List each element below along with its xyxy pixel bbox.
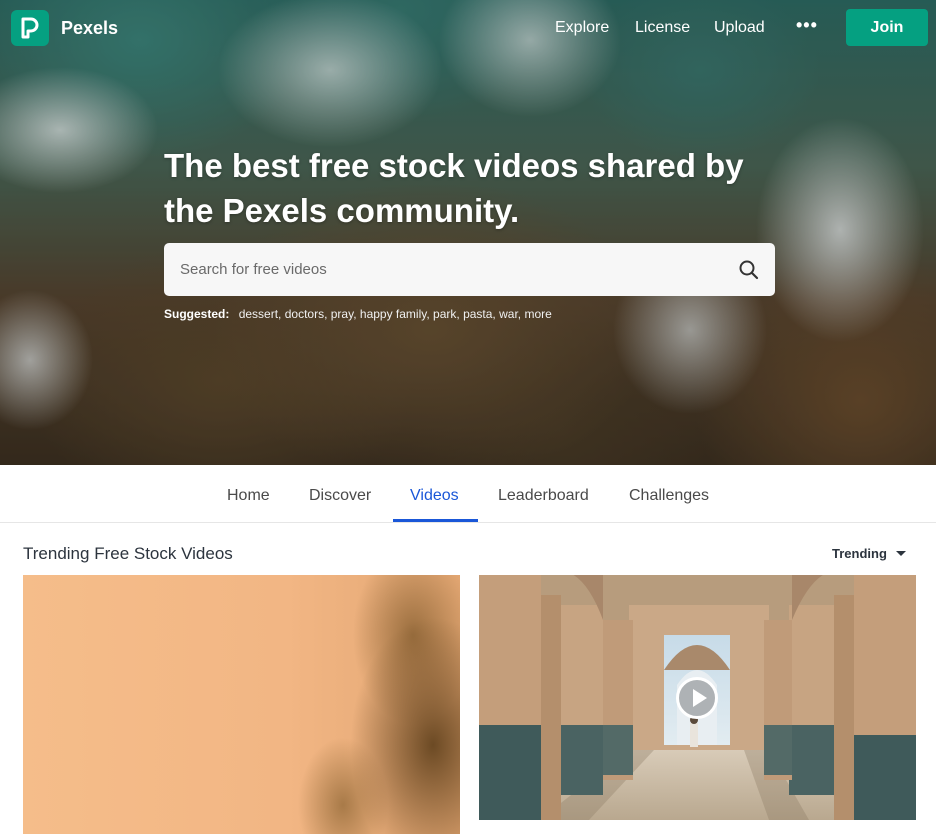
suggested-tag-pasta[interactable]: pasta,: [463, 307, 496, 321]
tab-videos[interactable]: Videos: [410, 487, 459, 505]
video-thumbnail[interactable]: [23, 575, 460, 834]
caret-down-icon[interactable]: [896, 551, 906, 556]
section-tabs: Home Discover Videos Leaderboard Challen…: [0, 465, 936, 523]
nav-license[interactable]: License: [635, 19, 690, 37]
search-bar: [164, 243, 775, 296]
suggested-tag-more[interactable]: more: [524, 307, 551, 321]
suggested-label: Suggested:: [164, 307, 230, 321]
suggested-tag-pray[interactable]: pray,: [331, 307, 357, 321]
tab-discover[interactable]: Discover: [309, 487, 371, 505]
nav-upload[interactable]: Upload: [714, 19, 765, 37]
top-navigation: Pexels Explore License Upload ••• Join: [0, 0, 936, 56]
suggested-tag-war[interactable]: war,: [499, 307, 521, 321]
join-button[interactable]: Join: [846, 9, 928, 46]
pexels-logo-icon[interactable]: [11, 10, 49, 46]
play-icon[interactable]: [676, 677, 718, 719]
nav-explore[interactable]: Explore: [555, 19, 609, 37]
tab-challenges[interactable]: Challenges: [629, 487, 709, 505]
search-icon[interactable]: [738, 259, 760, 281]
suggested-tag-park[interactable]: park,: [433, 307, 460, 321]
active-tab-indicator: [393, 519, 478, 522]
tab-home[interactable]: Home: [227, 487, 270, 505]
section-title: Trending Free Stock Videos: [23, 544, 233, 563]
suggested-tag-doctors[interactable]: doctors,: [285, 307, 328, 321]
brand-name[interactable]: Pexels: [61, 18, 118, 39]
search-input[interactable]: [164, 243, 724, 296]
sort-dropdown[interactable]: Trending: [832, 546, 887, 561]
tab-leaderboard[interactable]: Leaderboard: [498, 487, 589, 505]
suggested-tag-dessert[interactable]: dessert,: [239, 307, 282, 321]
suggested-tag-happy-family[interactable]: happy family,: [360, 307, 430, 321]
hero-title: The best free stock videos shared by the…: [164, 147, 744, 229]
suggested-searches: Suggested: dessert, doctors, pray, happy…: [164, 307, 552, 321]
more-dots-icon[interactable]: •••: [796, 15, 818, 36]
